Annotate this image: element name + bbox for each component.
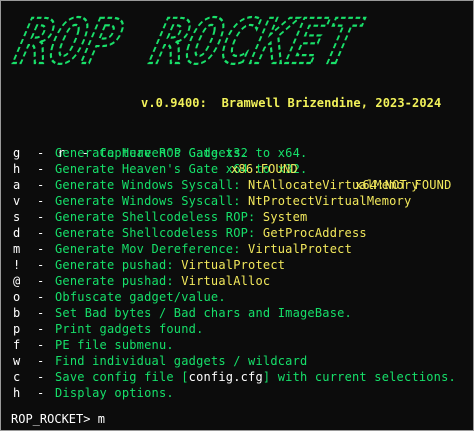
menu-dash: - — [37, 258, 45, 272]
menu-item-bad-bytes[interactable]: b - Set Bad bytes / Bad chars and ImageBas… — [13, 305, 473, 321]
menu-key: w — [13, 354, 21, 368]
menu-key: ! — [13, 258, 21, 272]
x64-status-value: NOT FOUND — [384, 178, 452, 192]
menu-dash: - — [37, 242, 45, 256]
menu-label: Save config file [ — [55, 370, 189, 384]
options-menu: r - Capture ROP Gadgets. x86:FOUND x64:NOT… — [13, 129, 473, 401]
x64-status: x64:NOT FOUND — [355, 177, 452, 193]
prompt-input[interactable]: m — [98, 412, 105, 426]
menu-item-mov-dereference[interactable]: m - Generate Mov Dereference: VirtualProte… — [13, 241, 473, 257]
menu-label: Obfuscate gadget/value. — [55, 290, 226, 304]
menu-value: VirtualProtect — [248, 242, 352, 256]
menu-key: p — [13, 322, 21, 336]
rop-rocket-ascii-banner: ROP ROCKET — [9, 5, 369, 71]
menu-label: Set Bad bytes / Bad chars and ImageBase. — [55, 306, 352, 320]
menu-label: Print gadgets found. — [55, 322, 204, 336]
menu-dash: - — [37, 226, 45, 240]
command-prompt[interactable]: ROP_ROCKET> m — [11, 412, 105, 426]
menu-label: Generate Shellcodeless ROP: — [55, 210, 263, 224]
menu-label: Generate Windows Syscall: — [55, 178, 249, 192]
x86-status: x86:FOUND — [231, 161, 298, 177]
menu-dash: - — [37, 290, 45, 304]
menu-label: Display options. — [55, 386, 174, 400]
x64-label: x64: — [355, 178, 385, 192]
menu-item-capture[interactable]: r - Capture ROP Gadgets. x86:FOUND x64:NOT… — [13, 129, 473, 192]
menu-dash: - — [37, 322, 45, 336]
menu-label: Generate Windows Syscall: — [55, 194, 249, 208]
menu-dash: - — [37, 386, 45, 400]
menu-item-syscall-protect[interactable]: v - Generate Windows Syscall: NtProtectVir… — [13, 193, 473, 209]
menu-label: PE file submenu. — [55, 338, 174, 352]
menu-key: m — [13, 242, 21, 256]
menu-item-display-options[interactable]: h - Display options. — [13, 385, 473, 401]
menu-key: h — [13, 386, 21, 400]
menu-label-suffix: ] with current selections. — [262, 370, 456, 384]
banner-logo: ROP ROCKET — [9, 5, 369, 71]
menu-dash: - — [81, 146, 89, 160]
menu-label: Find individual gadgets / wildcard — [55, 354, 308, 368]
banner-text: ROP ROCKET — [9, 6, 369, 71]
menu-label: Capture ROP Gadgets. — [99, 146, 249, 160]
menu-key: b — [13, 306, 21, 320]
menu-dash: - — [37, 338, 45, 352]
prompt-label: ROP_ROCKET> — [11, 412, 98, 426]
menu-key: r — [57, 146, 65, 160]
menu-key: s — [13, 210, 21, 224]
menu-label: Generate pushad: — [55, 274, 182, 288]
menu-item-pe-submenu[interactable]: f - PE file submenu. — [13, 337, 473, 353]
menu-label: Generate Shellcodeless ROP: — [55, 226, 263, 240]
x86-status-value: FOUND — [260, 162, 298, 176]
menu-key: o — [13, 290, 21, 304]
menu-key: c — [13, 370, 21, 384]
config-filename: config.cfg — [188, 370, 263, 384]
menu-item-print-gadgets[interactable]: p - Print gadgets found. — [13, 321, 473, 337]
menu-item-shellcodeless-getprocaddress[interactable]: d - Generate Shellcodeless ROP: GetProcAdd… — [13, 225, 473, 241]
menu-item-find-gadgets[interactable]: w - Find individual gadgets / wildcard — [13, 353, 473, 369]
x86-label: x86: — [231, 162, 261, 176]
menu-label: Generate Mov Dereference: — [55, 242, 249, 256]
menu-dash: - — [37, 274, 45, 288]
menu-item-pushad-virtualalloc[interactable]: @ - Generate pushad: VirtualAlloc — [13, 273, 473, 289]
menu-key: @ — [13, 274, 21, 288]
terminal-window: ROP ROCKET v.0.9400: Bramwell Brizendine… — [0, 0, 474, 431]
menu-item-shellcodeless-system[interactable]: s - Generate Shellcodeless ROP: System — [13, 209, 473, 225]
menu-item-save-config[interactable]: c - Save config file [config.cfg] with cur… — [13, 369, 473, 385]
menu-value: VirtualProtect — [181, 258, 286, 272]
menu-dash: - — [37, 354, 45, 368]
menu-label: Generate pushad: — [55, 258, 182, 272]
menu-key: f — [13, 338, 21, 352]
menu-dash: - — [37, 210, 45, 224]
menu-item-obfuscate[interactable]: o - Obfuscate gadget/value. — [13, 289, 473, 305]
menu-value: System — [262, 210, 308, 224]
menu-item-pushad-virtualprotect[interactable]: ! - Generate pushad: VirtualProtect — [13, 257, 473, 273]
menu-dash: - — [37, 306, 45, 320]
menu-dash: - — [37, 370, 45, 384]
version-line: v.0.9400: Bramwell Brizendine, 2023-2024 — [141, 96, 442, 110]
menu-value: NtProtectVirtualMemory — [248, 194, 412, 208]
menu-value: GetProcAddress — [262, 226, 367, 240]
menu-key: d — [13, 226, 21, 240]
menu-value: VirtualAlloc — [181, 274, 271, 288]
